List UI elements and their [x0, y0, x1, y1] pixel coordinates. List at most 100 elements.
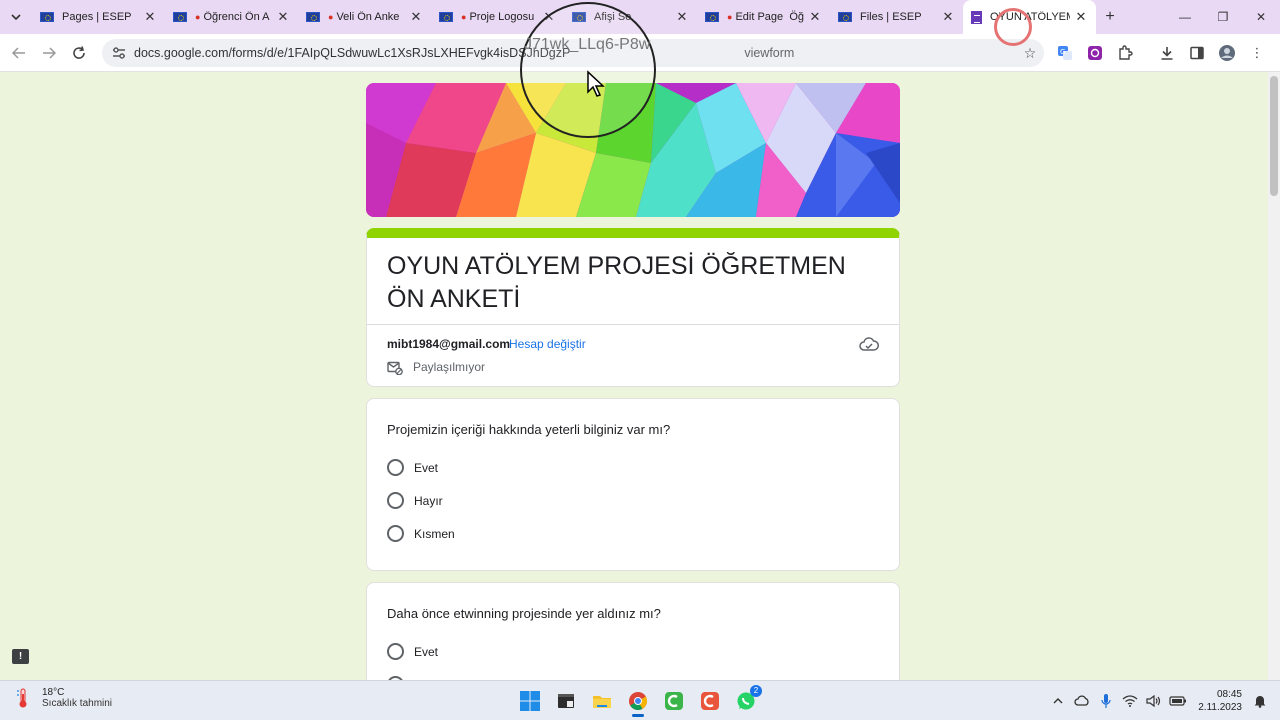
tab-title: Öğrenci Ön A: [203, 11, 270, 23]
windows-start-icon[interactable]: [512, 685, 548, 717]
feedback-icon[interactable]: !: [12, 649, 29, 664]
system-tray: 08:45 2.11.2023: [1046, 681, 1280, 720]
eu-flag-icon: [40, 12, 54, 22]
browser-menu-icon[interactable]: ⋮: [1242, 38, 1272, 68]
eu-flag-icon: [838, 12, 852, 22]
mouse-cursor-icon: [586, 70, 606, 98]
tab-close-icon[interactable]: ✕: [276, 9, 290, 25]
volume-icon[interactable]: [1142, 689, 1166, 713]
radio-button[interactable]: [387, 492, 404, 509]
radio-button[interactable]: [387, 459, 404, 476]
extension-icon[interactable]: [1080, 38, 1110, 68]
browser-tab[interactable]: Pages | ESEP ✕: [32, 0, 165, 34]
cloud-saved-icon[interactable]: [859, 337, 879, 353]
tab-activity-dot-icon: ●: [328, 12, 334, 22]
notification-badge: 2: [750, 685, 762, 697]
side-panel-icon[interactable]: [1182, 38, 1212, 68]
translate-icon[interactable]: G: [1050, 38, 1080, 68]
tab-close-icon[interactable]: ✕: [1074, 9, 1088, 25]
scrollbar-thumb[interactable]: [1270, 76, 1278, 196]
restore-button[interactable]: ❐: [1204, 0, 1242, 34]
option-label: Evet: [414, 460, 439, 475]
puzzle-icon[interactable]: [1110, 38, 1140, 68]
eu-flag-icon: [705, 12, 719, 22]
battery-icon[interactable]: [1166, 689, 1190, 713]
temperature: 18°C: [42, 687, 65, 698]
file-explorer-icon[interactable]: [584, 685, 620, 717]
browser-tab[interactable]: ● Veli Ön Anke ✕: [298, 0, 431, 34]
camtasia-green-icon[interactable]: [656, 685, 692, 717]
whatsapp-icon[interactable]: 2: [728, 685, 764, 717]
reload-icon: [73, 45, 85, 59]
form-title-card: OYUN ATÖLYEM PROJESİ ÖĞRETMEN ÖN ANKETİ …: [366, 228, 900, 387]
question-text: Projemizin içeriği hakkında yeterli bilg…: [387, 422, 671, 437]
site-info-icon[interactable]: [112, 46, 126, 60]
tab-close-icon[interactable]: ✕: [941, 9, 955, 25]
sharing-status: Paylaşılmıyor: [413, 360, 486, 374]
google-forms-icon: [971, 10, 982, 24]
browser-tab[interactable]: Files | ESEP ✕: [830, 0, 963, 34]
eu-flag-icon: [173, 12, 187, 22]
download-icon[interactable]: [1152, 38, 1182, 68]
click-indicator: [994, 8, 1032, 46]
option-label: Hayır: [414, 493, 443, 508]
camtasia-red-icon[interactable]: [692, 685, 728, 717]
radio-button[interactable]: [387, 643, 404, 660]
question-card: Projemizin içeriği hakkında yeterli bilg…: [366, 398, 900, 571]
taskbar-apps: 2: [512, 685, 764, 717]
tab-close-icon[interactable]: ✕: [675, 9, 689, 25]
toolbar-separator: [1140, 38, 1152, 68]
system-clock[interactable]: 08:45 2.11.2023: [1198, 688, 1242, 714]
svg-text:G: G: [1060, 48, 1065, 56]
chevron-down-icon: [11, 14, 21, 20]
terminal-app-icon[interactable]: [548, 685, 584, 717]
tab-title: Veli Ön Anke: [336, 11, 400, 23]
radio-option-kismen[interactable]: Kısmen: [387, 525, 455, 542]
radio-option-evet[interactable]: Evet: [387, 459, 438, 476]
back-button[interactable]: [4, 38, 34, 68]
divider: [367, 324, 899, 325]
profile-avatar[interactable]: [1212, 38, 1242, 68]
minimize-button[interactable]: —: [1166, 0, 1204, 34]
tab-close-icon[interactable]: ✕: [409, 9, 423, 25]
window-controls: — ❐ ✕: [1166, 0, 1280, 34]
form-title: OYUN ATÖLYEM PROJESİ ÖĞRETMEN ÖN ANKETİ: [387, 252, 846, 313]
close-window-button[interactable]: ✕: [1242, 0, 1280, 34]
tab-close-icon[interactable]: ✕: [143, 9, 157, 25]
radio-option-evet[interactable]: Evet: [387, 643, 438, 660]
onedrive-icon[interactable]: [1070, 689, 1094, 713]
tab-title-suffix: Öğ: [789, 11, 804, 23]
radio-option-hayir[interactable]: Hayır: [387, 492, 443, 509]
page-scrollbar[interactable]: [1268, 72, 1280, 680]
tab-title: Proje Logosu: [469, 11, 535, 23]
toolbar-icons: G ⋮: [1050, 38, 1272, 68]
notification-icon[interactable]: [1248, 689, 1272, 713]
forward-button[interactable]: [34, 38, 64, 68]
eu-flag-icon: [306, 12, 320, 22]
magnified-url-text: J71wk_LLq6-P8w: [524, 36, 651, 53]
tab-search-button[interactable]: [0, 0, 32, 34]
chevron-up-icon[interactable]: [1046, 689, 1070, 713]
microphone-icon[interactable]: [1094, 689, 1118, 713]
option-label: Evet: [414, 644, 439, 659]
not-shared-icon: [387, 361, 403, 376]
tab-title: Files | ESEP: [860, 11, 922, 23]
eu-flag-icon: [439, 12, 453, 22]
question-card: Daha önce etwinning projesinde yer aldın…: [366, 582, 900, 680]
wifi-icon[interactable]: [1118, 689, 1142, 713]
tab-title: Edit Page: [735, 11, 784, 23]
browser-tab[interactable]: ● Edit Page Öğ ✕: [697, 0, 830, 34]
bookmark-star-icon[interactable]: ☆: [1016, 45, 1044, 62]
option-label: Kısmen: [414, 526, 455, 541]
tab-close-icon[interactable]: ✕: [808, 9, 822, 25]
weather-widget[interactable]: 18°C Sıcaklık tahmini: [16, 687, 112, 709]
chrome-app-icon[interactable]: [620, 685, 656, 717]
reload-button[interactable]: [64, 38, 94, 68]
new-tab-button[interactable]: +: [1096, 8, 1124, 26]
tab-title: Pages | ESEP: [62, 11, 132, 23]
browser-tab[interactable]: ● Öğrenci Ön A ✕: [165, 0, 298, 34]
tab-activity-dot-icon: ●: [195, 12, 201, 22]
clock-date: 2.11.2023: [1198, 702, 1242, 713]
radio-button[interactable]: [387, 525, 404, 542]
switch-account-link[interactable]: Hesap değiştir: [509, 337, 586, 351]
